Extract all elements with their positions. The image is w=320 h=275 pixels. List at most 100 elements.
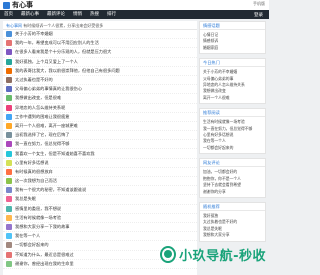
list-item-title[interactable]: 这一次我想为自己而活 (15, 178, 57, 184)
story-list: 关于小芳的不幸婚姻我的一年，希望变成可以不用回应别人的生活在很多人看来我是个十分… (3, 30, 197, 269)
sidebar-box: 网友评论 加油，一切都会好的 抱抱你，你不是一个人 坚持下去就会看到希望 谢谢你的分享 (199, 158, 266, 198)
sidebar-box-title: 今日热门 (200, 59, 265, 68)
list-item-title[interactable]: 有时候真的很想放弃 (15, 169, 53, 175)
sidebar-box-title: 推荐阅读 (200, 109, 265, 118)
list-item[interactable]: 离开一个人很难，离开一座城更难 (3, 122, 197, 132)
avatar-icon (6, 86, 12, 93)
nav-item[interactable]: 首页 (4, 10, 13, 19)
list-item-title[interactable]: 我一直在努力，但总觉得不够 (15, 141, 69, 147)
list-item-title[interactable]: 我喜欢一个女生，但是不知道她喜不喜欢我 (15, 151, 95, 157)
list-item-title[interactable]: 生活有时候就像一场考验 (15, 215, 61, 221)
sidebar-box: 今日热门 关于小芳的不幸婚姻 父母偏心弟弟的事 异地恋的人怎么维持关系 我想做出改变 离开… (199, 58, 266, 105)
sidebar-link[interactable]: 离开一个人很难 (203, 95, 262, 101)
sidebar-box-title: 网友评论 (200, 159, 265, 168)
list-item-title[interactable]: 离开一个人很难，离开一座城更难 (15, 123, 78, 129)
list-item-title[interactable]: 谢谢你，曾经出现在我的生命里 (15, 261, 74, 267)
list-item[interactable]: 我总是失眠 (3, 195, 197, 205)
main-nav: 首页 最新心事 最新评论 悄悄 热搜 排行 登录 (0, 10, 269, 19)
sidebar-box: 随机推荐 我好孤独 太过执着也是不好的 我总是失眠 我想和大家分享 (199, 201, 266, 242)
list-item-title[interactable]: 我有一个很大的秘密，不知道该跟谁说 (15, 187, 86, 193)
list-item[interactable]: 我想做出改变，但是很难 (3, 94, 197, 104)
avatar-icon (6, 49, 12, 56)
list-item-title[interactable]: 异地恋的人怎么维持关系呢 (15, 105, 65, 111)
login-link[interactable]: 登录 (254, 12, 269, 18)
list-item[interactable]: 我好孤独，上个月又爱上了一个人 (3, 58, 197, 67)
site-logo[interactable]: 有心事 (3, 0, 33, 10)
list-heading-prefix: 有心事网 (6, 23, 22, 28)
list-item[interactable]: 这一次我想为自己而活 (3, 177, 197, 187)
list-item[interactable]: 当初我选择了它，现在后悔了 (3, 131, 197, 141)
list-item[interactable]: 关于小芳的不幸婚姻 (3, 30, 197, 40)
avatar-icon (6, 168, 12, 175)
list-item[interactable]: 心里有好多话想说 (3, 159, 197, 168)
avatar-icon (6, 260, 12, 267)
avatar-icon (6, 150, 12, 157)
list-item[interactable]: 我有一个很大的秘密，不知道该跟谁说 (3, 186, 197, 196)
list-item-title[interactable]: 在很多人看来我是个十分乐观的人，但就是压力很大 (15, 49, 111, 55)
list-item[interactable]: 异地恋的人怎么维持关系呢 (3, 104, 197, 113)
list-item-title[interactable]: 我想和大家分享一下我的故事 (15, 224, 69, 230)
list-item[interactable]: 工作中遇到的困难让我很疲惫 (3, 113, 197, 122)
nav-item[interactable]: 热搜 (90, 10, 99, 19)
avatar-icon (6, 77, 12, 84)
avatar-icon (6, 159, 12, 166)
logo-icon (3, 1, 10, 9)
avatar-icon (6, 31, 12, 38)
avatar-icon (6, 251, 12, 258)
sidebar-box-title: 情感话题 (200, 22, 265, 30)
list-item-title[interactable]: 一切都会好起来的 (15, 242, 49, 248)
list-item[interactable]: 有时候真的很想放弃 (3, 168, 197, 177)
sidebar: 情感话题 心情日记 情感倾诉 婚姻家庭 今日热门 关于小芳的不幸婚姻 父母偏心弟弟的事 异地恋… (199, 21, 266, 246)
list-item[interactable]: 我想和大家分享一下我的故事 (3, 223, 197, 233)
list-item[interactable]: 生活有时候就像一场考验 (3, 214, 197, 223)
list-item[interactable]: 我一直在努力，但总觉得不够 (3, 140, 197, 150)
sidebar-box: 推荐阅读 生活有时候就像一场考验 我一直在努力，但总觉得不够 心里有好多话想说 我在等一… (199, 108, 266, 155)
nav-item[interactable]: 排行 (107, 10, 116, 19)
avatar-icon (6, 178, 12, 185)
nav-item[interactable]: 悄悄 (73, 10, 82, 19)
story-list-panel: 有心事网 有时候倾诉一个人很累，分享出来会好受很多 关于小芳的不幸婚姻我的一年，… (3, 21, 197, 275)
list-item-title[interactable]: 我在等一个人 (15, 233, 40, 239)
list-item[interactable]: 我的一年，希望变成可以不用回应别人的生活 (3, 39, 197, 49)
list-item-title[interactable]: 心里有好多话想说 (15, 160, 49, 166)
list-item-title[interactable]: 太过执着也是不好的 (15, 77, 53, 83)
list-item-title[interactable]: 工作中遇到的困难让我很疲惫 (15, 114, 69, 120)
sidebar-link[interactable]: 谢谢你的分享 (203, 189, 262, 195)
avatar-icon (6, 141, 12, 148)
list-heading: 有心事网 有时候倾诉一个人很累，分享出来会好受很多 (3, 21, 197, 30)
list-item[interactable]: 我喜欢一个女生，但是不知道她喜不喜欢我 (3, 149, 197, 159)
mobile-link[interactable]: 手机版 (253, 1, 265, 7)
list-item-title[interactable]: 关于小芳的不幸婚姻 (15, 31, 53, 37)
avatar-icon (6, 196, 12, 203)
sidebar-link[interactable]: 我想和大家分享 (203, 232, 262, 238)
list-item-title[interactable]: 不知道为什么，最近总是很难过 (15, 252, 74, 258)
logo-text: 有心事 (12, 1, 33, 9)
watermark-text: 小玖导航-秒收 (179, 248, 266, 264)
sidebar-link[interactable]: 婚姻家庭 (203, 45, 262, 51)
nav-item[interactable]: 最新心事 (21, 10, 39, 19)
list-item-title[interactable]: 我的一年，希望变成可以不用回应别人的生活 (15, 40, 99, 46)
watermark-logo-icon (160, 245, 177, 263)
avatar-icon (6, 233, 12, 240)
list-item-title[interactable]: 当初我选择了它，现在后悔了 (15, 132, 69, 138)
avatar-icon (6, 113, 12, 120)
list-item-title[interactable]: 感情里的委屈，我不想说 (15, 206, 61, 212)
sidebar-box: 情感话题 心情日记 情感倾诉 婚姻家庭 (199, 21, 266, 55)
sidebar-box-title: 随机推荐 (200, 203, 265, 211)
list-item[interactable]: 太过执着也是不好的 (3, 76, 197, 86)
list-item[interactable]: 父母偏心弟弟的事情真的让我很伤心 (3, 85, 197, 95)
sidebar-link[interactable]: 一切都会好起来的 (203, 145, 262, 151)
avatar-icon (6, 67, 12, 74)
list-item-title[interactable]: 我好孤独，上个月又爱上了一个人 (15, 59, 78, 65)
nav-item[interactable]: 最新评论 (47, 10, 65, 19)
avatar-icon (6, 224, 12, 231)
list-item[interactable]: 感情里的委屈，我不想说 (3, 205, 197, 214)
list-item[interactable]: 在很多人看来我是个十分乐观的人，但就是压力很大 (3, 48, 197, 58)
list-item-title[interactable]: 我总是失眠 (15, 196, 36, 202)
avatar-icon (6, 122, 12, 129)
list-item-title[interactable]: 我想做出改变，但是很难 (15, 95, 61, 101)
list-item-title[interactable]: 我的表哥比我大，我以前很崇拜他，但他自己有很多问题 (15, 68, 120, 74)
list-item[interactable]: 我的表哥比我大，我以前很崇拜他，但他自己有很多问题 (3, 67, 197, 76)
avatar-icon (6, 58, 12, 65)
list-item-title[interactable]: 父母偏心弟弟的事情真的让我很伤心 (15, 86, 82, 92)
